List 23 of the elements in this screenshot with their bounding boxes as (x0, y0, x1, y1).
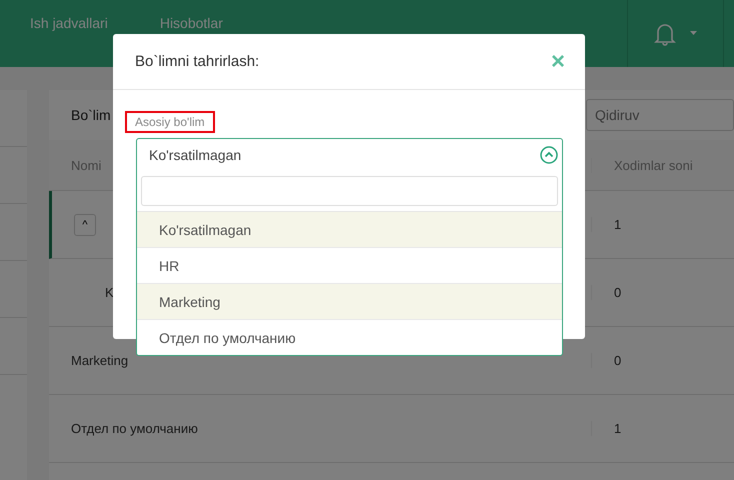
table-cell: 0 (591, 353, 734, 368)
table-cell: 0 (591, 285, 734, 300)
caret-icon[interactable] (690, 31, 697, 36)
table-cell: 1 (591, 217, 734, 232)
column-header: Xodimlar soni (591, 158, 734, 172)
table-cell: Отдел по умолчанию (71, 421, 198, 436)
column-header: Nomi (70, 158, 102, 172)
bell-icon[interactable] (654, 22, 676, 46)
search-field[interactable] (141, 176, 558, 206)
select-value: Ko'rsatilmagan (149, 147, 242, 163)
dropdown-option[interactable]: Marketing (137, 284, 562, 320)
table-cell: Marketing (71, 353, 128, 368)
chevron-up-icon[interactable] (540, 146, 558, 164)
table-cell: 1 (591, 421, 734, 436)
table-row[interactable]: Отдел по умолчанию 1 (49, 395, 734, 463)
field-label: Asosiy bo'lim (125, 111, 215, 133)
panel-title: Bo`lim (71, 107, 111, 123)
dropdown-option[interactable]: Ko'rsatilmagan (137, 212, 562, 248)
select-dropdown[interactable]: Ko'rsatilmagan Ko'rsatilmagan HR Marketing Отдел по умолчанию (136, 138, 563, 356)
table-cell: K (105, 285, 114, 300)
dialog-title: Bo`limni tahrirlash: (135, 53, 260, 70)
collapse-button[interactable]: ^ (74, 214, 96, 236)
search-field[interactable]: Qidiruv (586, 99, 734, 131)
